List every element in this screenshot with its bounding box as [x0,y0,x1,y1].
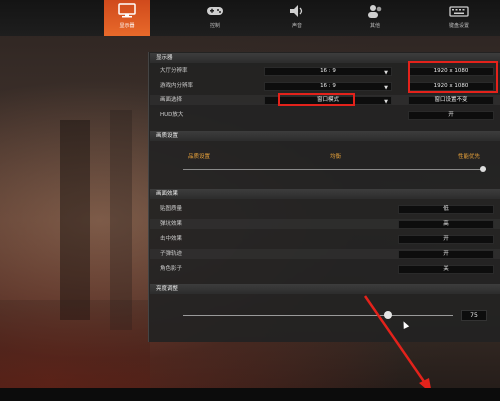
annotation-arrow [363,295,432,394]
arrow-line [363,295,427,384]
bottom-bar [0,388,500,401]
